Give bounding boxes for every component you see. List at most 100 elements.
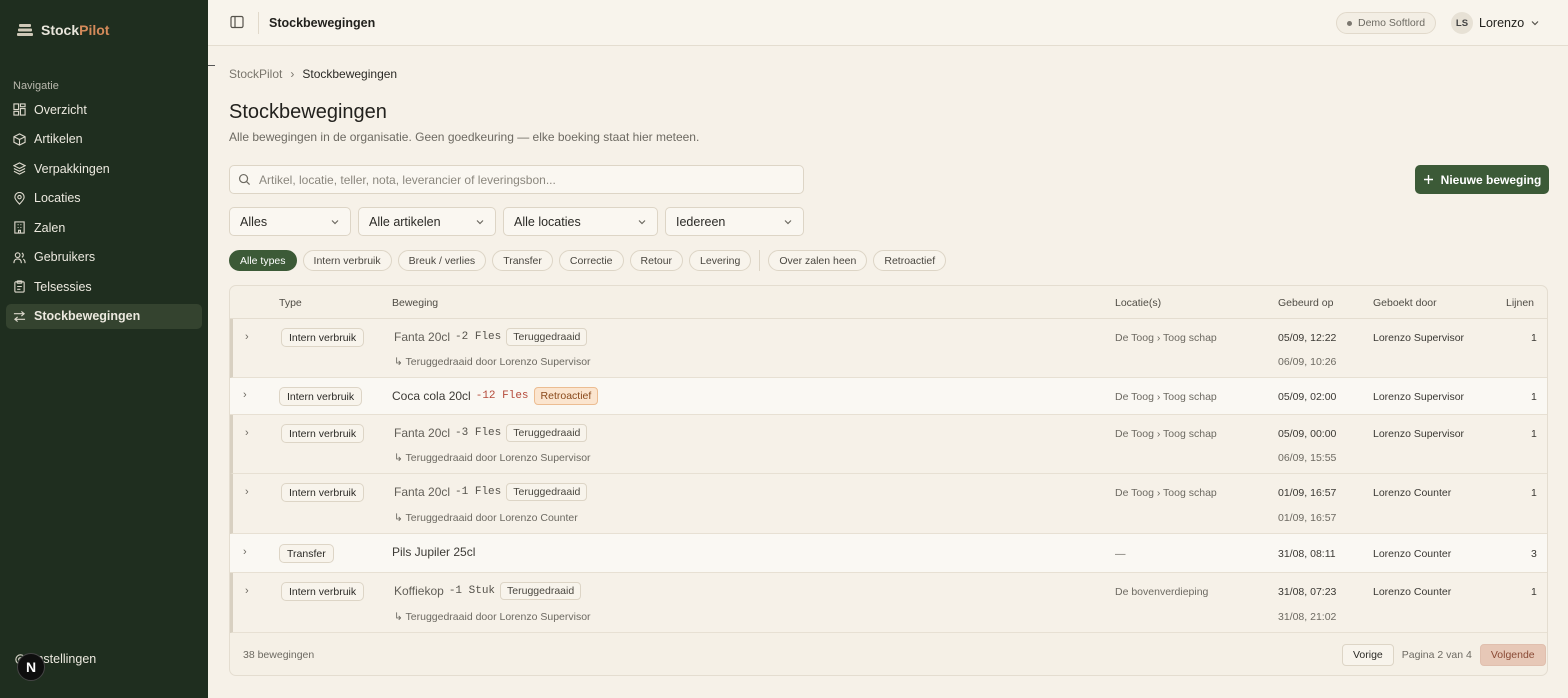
type-badge: Intern verbruik xyxy=(281,582,365,601)
chip-transfer[interactable]: Transfer xyxy=(492,250,553,271)
occurred-cell: 31/08, 08:11 xyxy=(1278,548,1336,560)
nav-heading: Navigatie xyxy=(13,80,59,92)
revert-time: 06/09, 15:55 xyxy=(1278,452,1337,464)
column-header-booked-by: Geboekt door xyxy=(1373,297,1437,309)
type-badge: Intern verbruik xyxy=(279,387,363,406)
dev-tools-badge[interactable]: N xyxy=(17,653,45,681)
scope-select[interactable]: Alles xyxy=(229,207,351,236)
table-row[interactable]: › Intern verbruik Fanta 20cl -1 Fles Ter… xyxy=(230,474,1547,534)
chip-retroactief[interactable]: Retroactief xyxy=(873,250,947,271)
new-movement-label: Nieuwe beweging xyxy=(1440,172,1542,187)
users-select[interactable]: Iedereen xyxy=(665,207,804,236)
breadcrumb-root[interactable]: StockPilot xyxy=(229,67,282,81)
divider xyxy=(208,65,215,66)
chip-breuk-verlies[interactable]: Breuk / verlies xyxy=(397,250,487,271)
sidebar-item-label: Gebruikers xyxy=(34,250,96,264)
movement-cell: Fanta 20cl -1 Fles Teruggedraaid xyxy=(394,483,588,501)
new-movement-button[interactable]: Nieuwe beweging xyxy=(1415,165,1549,194)
chip-levering[interactable]: Levering xyxy=(689,250,752,271)
articles-select[interactable]: Alle artikelen xyxy=(358,207,496,236)
reverted-tag: Teruggedraaid xyxy=(506,424,588,442)
sidebar-item-artikelen[interactable]: Artikelen xyxy=(6,127,202,152)
organization-label: Demo Softlord xyxy=(1358,17,1426,29)
expand-icon[interactable]: › xyxy=(245,585,249,597)
revert-time: 01/09, 16:57 xyxy=(1278,512,1337,524)
brand-name-part2: Pilot xyxy=(79,22,110,38)
organization-badge[interactable]: Demo Softlord xyxy=(1336,12,1437,34)
column-header-type: Type xyxy=(279,297,302,309)
layers-icon xyxy=(13,162,26,175)
chip-retour[interactable]: Retour xyxy=(629,250,684,271)
table-row[interactable]: › Intern verbruik Fanta 20cl -3 Fles Ter… xyxy=(230,415,1547,474)
expand-icon[interactable]: › xyxy=(243,389,247,401)
quantity: -2 Fles xyxy=(455,331,502,343)
articles-select-value: Alle artikelen xyxy=(369,214,441,229)
booked-by-cell: Lorenzo Counter xyxy=(1373,586,1452,598)
sidebar-item-telsessies[interactable]: Telsessies xyxy=(6,274,202,299)
booked-by-cell: Lorenzo Supervisor xyxy=(1373,391,1465,403)
movement-cell: Coca cola 20cl -12 Fles Retroactief xyxy=(392,387,599,405)
sidebar-item-locaties[interactable]: Locaties xyxy=(6,186,202,211)
chip-all-types[interactable]: Alle types xyxy=(229,250,297,271)
column-header-lines: Lijnen xyxy=(1506,297,1535,309)
reverted-tag: Teruggedraaid xyxy=(506,483,588,501)
building-icon xyxy=(14,221,25,234)
type-badge: Intern verbruik xyxy=(281,424,365,443)
sidebar-item-zalen[interactable]: Zalen xyxy=(6,215,202,240)
location-cell: De Toog › Toog schap xyxy=(1115,428,1217,440)
sidebar-item-label: Locaties xyxy=(34,191,81,205)
sidebar-toggle-icon[interactable] xyxy=(230,15,244,29)
movement-cell: Fanta 20cl -3 Fles Teruggedraaid xyxy=(394,424,588,442)
chip-correctie[interactable]: Correctie xyxy=(558,250,624,271)
sidebar-item-gebruikers[interactable]: Gebruikers xyxy=(6,245,202,270)
previous-page-button[interactable]: Vorige xyxy=(1342,644,1394,666)
expand-icon[interactable]: › xyxy=(245,486,249,498)
locations-select-value: Alle locaties xyxy=(514,214,581,229)
user-name[interactable]: Lorenzo xyxy=(1479,16,1524,30)
search-icon xyxy=(238,173,251,186)
topbar-divider xyxy=(258,12,259,34)
table-row[interactable]: › Intern verbruik Fanta 20cl -2 Fles Ter… xyxy=(230,319,1547,378)
occurred-cell: 31/08, 07:23 xyxy=(1278,586,1337,598)
lines-cell: 1 xyxy=(1531,332,1537,344)
lines-cell: 1 xyxy=(1531,487,1537,499)
column-header-occurred: Gebeurd op xyxy=(1278,297,1334,309)
page-title: Stockbewegingen xyxy=(229,101,387,123)
revert-note: ↳ Teruggedraaid door Lorenzo Supervisor xyxy=(394,611,591,623)
chip-over-zalen-heen[interactable]: Over zalen heen xyxy=(768,250,868,271)
chevron-down-icon xyxy=(638,219,646,224)
reverted-tag: Teruggedraaid xyxy=(500,582,582,600)
pagination: Vorige Pagina 2 van 4 Volgende xyxy=(1342,644,1546,666)
table-row[interactable]: › Transfer Pils Jupiler 25cl — 31/08, 08… xyxy=(230,534,1547,573)
brand[interactable]: StockPilot xyxy=(17,22,109,38)
booked-by-cell: Lorenzo Supervisor xyxy=(1373,428,1465,440)
type-badge: Intern verbruik xyxy=(281,483,365,502)
expand-icon[interactable]: › xyxy=(245,331,249,343)
article-name: Fanta 20cl xyxy=(394,485,451,499)
sidebar-item-verpakkingen[interactable]: Verpakkingen xyxy=(6,156,202,181)
chip-intern-verbruik[interactable]: Intern verbruik xyxy=(302,250,392,271)
search-input[interactable] xyxy=(259,172,803,187)
movement-cell: Fanta 20cl -2 Fles Teruggedraaid xyxy=(394,328,588,346)
lines-cell: 1 xyxy=(1531,391,1537,403)
lines-cell: 1 xyxy=(1531,428,1537,440)
locations-select[interactable]: Alle locaties xyxy=(503,207,658,236)
avatar[interactable]: LS xyxy=(1451,12,1473,34)
type-badge: Transfer xyxy=(279,544,334,563)
booked-by-cell: Lorenzo Counter xyxy=(1373,548,1452,560)
next-page-button[interactable]: Volgende xyxy=(1479,644,1546,666)
location-cell: De Toog › Toog schap xyxy=(1115,391,1217,403)
table-row[interactable]: › Intern verbruik Coca cola 20cl -12 Fle… xyxy=(230,378,1547,415)
sidebar-item-overzicht[interactable]: Overzicht xyxy=(6,97,202,122)
expand-icon[interactable]: › xyxy=(243,546,247,558)
column-header-locations: Locatie(s) xyxy=(1115,297,1162,309)
movement-count: 38 bewegingen xyxy=(243,649,315,661)
expand-icon[interactable]: › xyxy=(245,427,249,439)
quantity: -12 Fles xyxy=(475,390,529,402)
occurred-cell: 05/09, 00:00 xyxy=(1278,428,1337,440)
sidebar-item-stockbewegingen[interactable]: Stockbewegingen xyxy=(6,303,202,329)
revert-time: 31/08, 21:02 xyxy=(1278,611,1337,623)
location-cell: De Toog › Toog schap xyxy=(1115,487,1217,499)
table-row[interactable]: › Intern verbruik Koffiekop -1 Stuk Teru… xyxy=(230,573,1547,633)
chevron-down-icon[interactable] xyxy=(1530,18,1540,28)
